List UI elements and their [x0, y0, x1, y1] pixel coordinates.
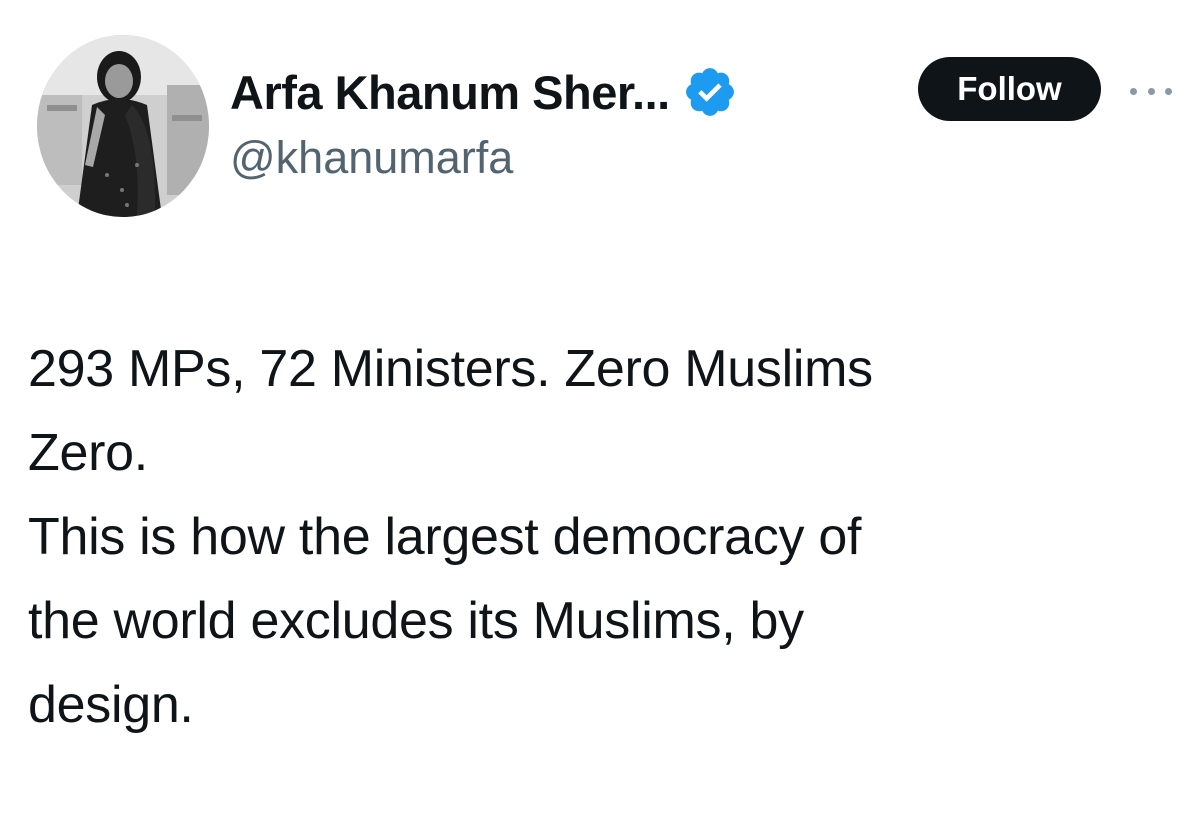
more-dot	[1147, 87, 1155, 95]
tweet-text-line: design.	[28, 676, 194, 734]
more-options-icon[interactable]	[1124, 76, 1178, 106]
more-dot	[1130, 87, 1137, 95]
author-name-row: Arfa Khanum Sher...	[230, 60, 890, 124]
tweet-card: Arfa Khanum Sher... @khanumarfa Follow 2…	[0, 0, 1200, 828]
author-handle[interactable]: @khanumarfa	[230, 132, 890, 184]
tweet-text-line: 293 MPs, 72 Ministers. Zero Muslims	[28, 340, 873, 398]
tweet-text-line: Zero.	[28, 424, 148, 482]
tweet-text-line: the world excludes its Muslims, by	[28, 592, 804, 650]
author-info: Arfa Khanum Sher... @khanumarfa	[230, 60, 890, 184]
avatar-image	[37, 35, 209, 217]
author-avatar[interactable]	[37, 35, 209, 217]
tweet-text: 293 MPs, 72 Ministers. Zero Muslims Zero…	[28, 327, 1168, 747]
tweet-text-line: This is how the largest democracy of	[28, 508, 862, 566]
follow-button[interactable]: Follow	[918, 57, 1101, 121]
author-display-name[interactable]: Arfa Khanum Sher...	[230, 65, 670, 120]
more-dot	[1165, 87, 1172, 95]
tweet-header: Arfa Khanum Sher... @khanumarfa Follow	[0, 0, 1200, 240]
verified-badge-icon	[682, 64, 738, 120]
